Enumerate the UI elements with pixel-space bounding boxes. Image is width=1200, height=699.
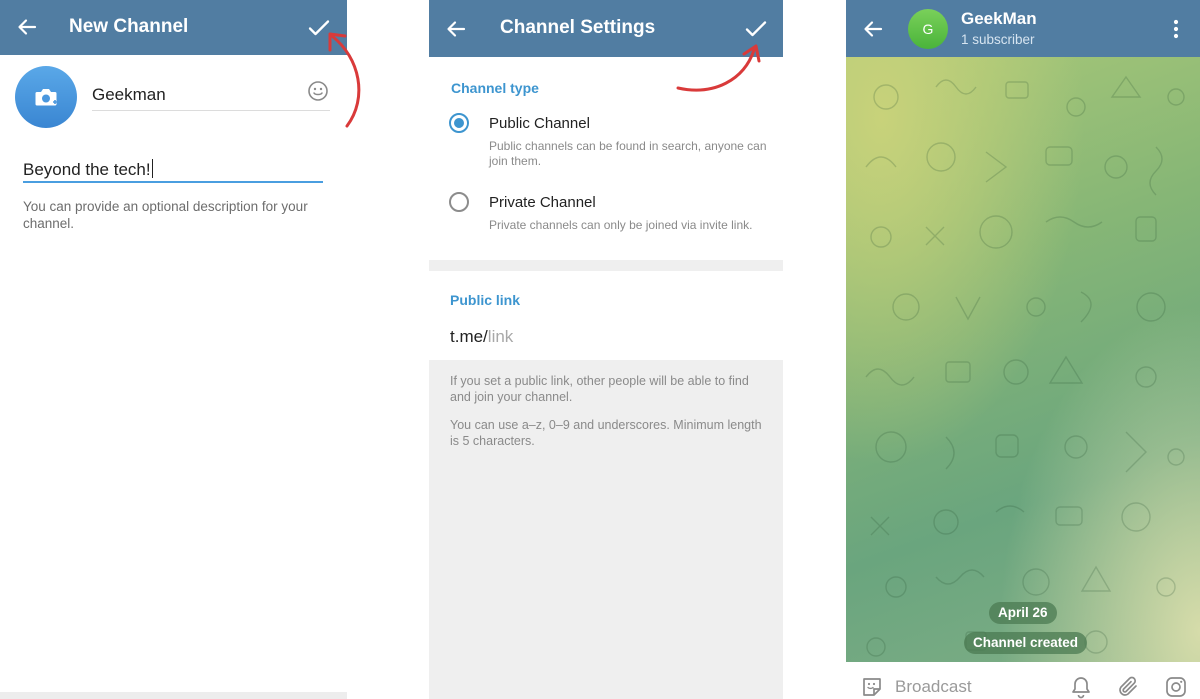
chat-wallpaper: April 26 Channel created <box>846 57 1200 662</box>
public-link-header: Public link <box>450 292 521 308</box>
subscriber-count: 1 subscriber <box>961 32 1035 47</box>
back-arrow-icon[interactable] <box>860 16 886 42</box>
wallpaper-doodle-pattern <box>865 75 1185 657</box>
link-placeholder: link <box>487 327 514 346</box>
channel-avatar[interactable]: G <box>908 9 948 49</box>
private-channel-radio[interactable] <box>449 192 469 212</box>
camera-icon <box>35 89 57 106</box>
channel-settings-screen: Channel Settings Channel type Public Cha… <box>429 0 783 699</box>
public-channel-radio[interactable] <box>449 113 469 133</box>
back-arrow-icon[interactable] <box>443 16 469 42</box>
service-message: Channel created <box>964 632 1088 654</box>
chat-header: G GeekMan 1 subscriber <box>846 0 1200 57</box>
private-channel-label[interactable]: Private Channel <box>489 194 596 211</box>
channel-name[interactable]: GeekMan <box>961 9 1037 29</box>
instagram-icon[interactable] <box>1164 675 1188 699</box>
private-channel-description: Private channels can only be joined via … <box>489 218 753 232</box>
page-title: Channel Settings <box>500 17 656 38</box>
channel-name-field[interactable]: Geekman <box>92 76 330 111</box>
app-bar: Channel Settings <box>429 0 783 57</box>
more-vertical-icon[interactable] <box>1166 17 1186 41</box>
text-cursor <box>151 159 153 178</box>
channel-name-value: Geekman <box>92 85 166 104</box>
public-link-input[interactable]: t.me/link <box>450 327 513 347</box>
bottom-divider <box>0 692 347 699</box>
page-title: New Channel <box>69 16 189 37</box>
public-link-rules: You can use a–z, 0–9 and underscores. Mi… <box>450 418 762 448</box>
back-arrow-icon[interactable] <box>14 14 40 40</box>
link-prefix: t.me/ <box>450 327 488 346</box>
screenshot-collage: New Channel Geekman Beyond the tech! You… <box>0 0 1200 699</box>
new-channel-screen: New Channel Geekman Beyond the tech! You… <box>0 0 347 699</box>
emoji-icon[interactable] <box>307 80 329 102</box>
set-photo-button[interactable] <box>15 66 77 128</box>
broadcast-input[interactable]: Broadcast <box>895 677 972 697</box>
public-channel-label[interactable]: Public Channel <box>489 115 590 132</box>
paperclip-icon[interactable] <box>1116 675 1140 699</box>
date-pill: April 26 <box>989 602 1057 624</box>
channel-type-header: Channel type <box>451 80 539 96</box>
bell-icon[interactable] <box>1070 675 1092 699</box>
channel-description-value: Beyond the tech! <box>23 159 153 179</box>
sticker-icon[interactable] <box>860 675 884 699</box>
public-link-info: If you set a public link, other people w… <box>450 374 749 404</box>
channel-chat-screen: G GeekMan 1 subscriber April 26 Channel … <box>846 0 1200 699</box>
channel-description-field[interactable]: Beyond the tech! <box>23 152 323 183</box>
checkmark-icon[interactable] <box>306 15 332 41</box>
description-hint: You can provide an optional description … <box>23 199 308 231</box>
public-channel-description: Public channels can be found in search, … <box>489 139 767 168</box>
app-bar: New Channel <box>0 0 347 55</box>
checkmark-icon[interactable] <box>743 16 769 42</box>
